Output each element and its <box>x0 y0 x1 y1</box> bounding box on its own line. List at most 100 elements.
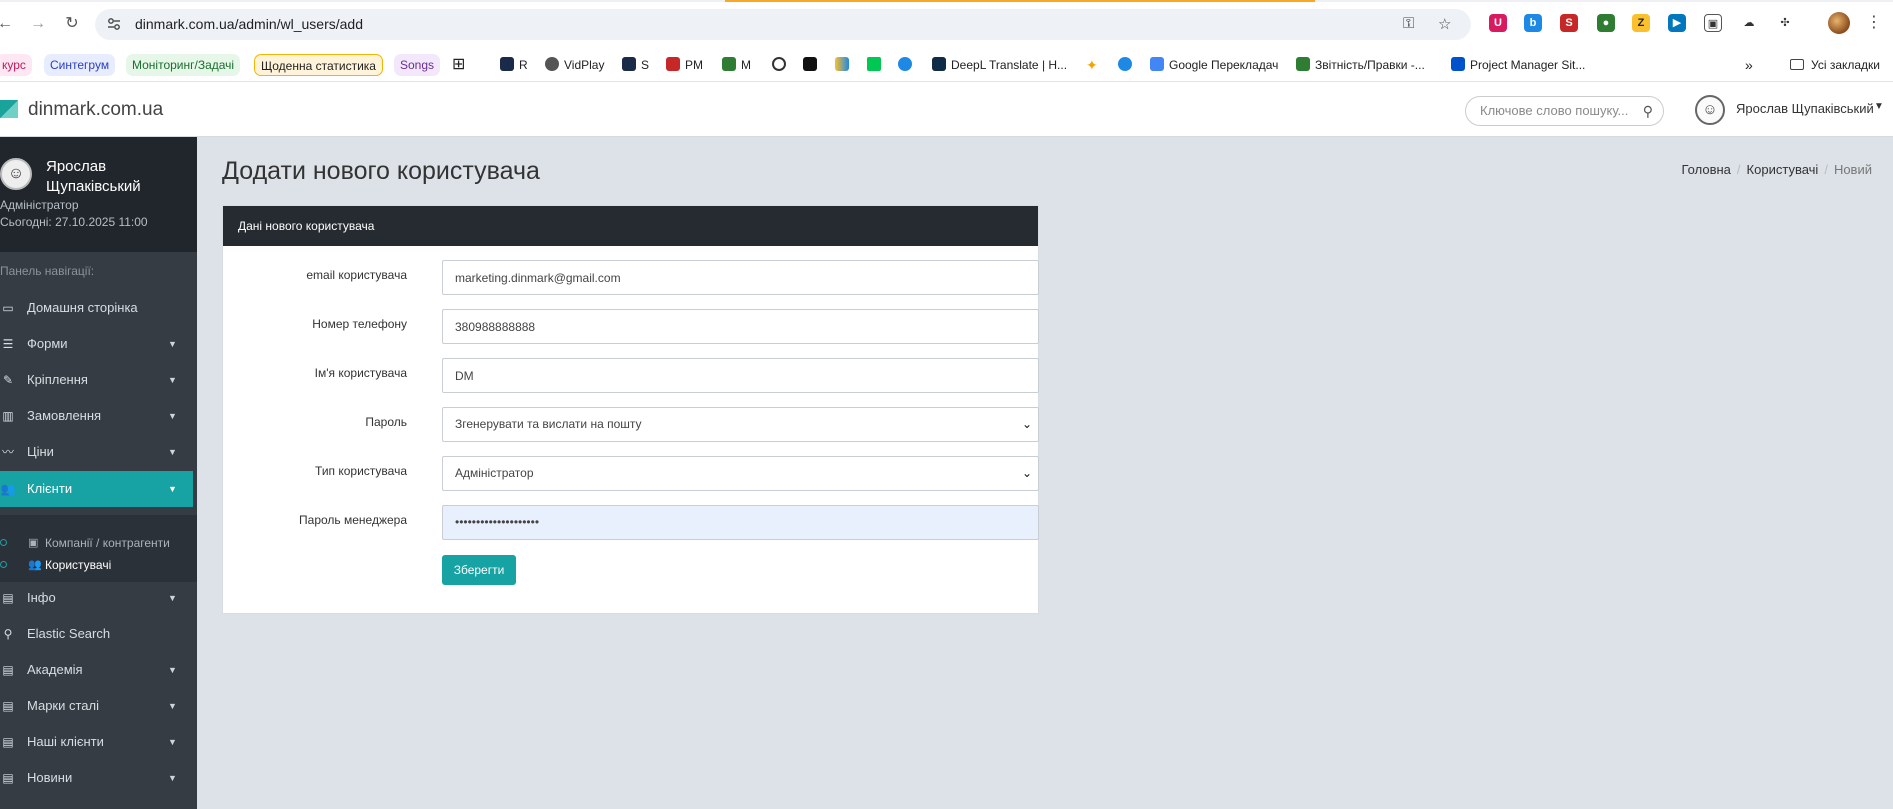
list-icon: ☰ <box>2 337 14 351</box>
brand-name[interactable]: dinmark.com.ua <box>28 99 163 121</box>
bookmark-s-label: S <box>641 58 650 72</box>
sparkle-bookmark-icon[interactable]: ✦ <box>1086 54 1098 76</box>
bookmark-vidplay[interactable]: VidPlay <box>545 54 604 76</box>
password-key-icon[interactable]: ⚿ <box>1403 15 1414 32</box>
bookmark-daily-stats[interactable]: Щоденна статистика <box>254 54 383 76</box>
phone-field[interactable] <box>442 309 1039 344</box>
bookmark-colorful-icon[interactable] <box>835 54 854 76</box>
password-select[interactable]: Згенерувати та вислати на пошту ⌄ <box>442 407 1039 442</box>
sidebar-item-elastic-search[interactable]: ⚲ Elastic Search <box>0 616 193 652</box>
address-bar[interactable]: dinmark.com.ua/admin/wl_users/add ⚿ ☆ <box>95 9 1471 40</box>
manager-password-field[interactable]: •••••••••••••••••••• <box>442 505 1039 540</box>
chevron-down-icon[interactable]: ▼ <box>1874 101 1884 112</box>
sidebar-item-label: Академія <box>27 662 83 677</box>
sidebar-item-label: Новини <box>27 770 73 785</box>
email-row: email користувача <box>223 260 1039 295</box>
header-user-name[interactable]: Ярослав Щупаківський <box>1736 101 1874 116</box>
user-type-select[interactable]: Адміністратор ⌄ <box>442 456 1039 491</box>
logo-icon[interactable] <box>0 100 18 118</box>
all-bookmarks[interactable]: Усі закладки <box>1790 54 1880 76</box>
sidebar-item-clients[interactable]: 👥 Клієнти ▼ <box>0 471 193 507</box>
bookmark-reports[interactable]: Звітність/Правки -... <box>1296 54 1425 76</box>
bookmark-kurs[interactable]: курс <box>0 54 32 76</box>
user-avatar[interactable]: ☺ <box>1695 95 1725 125</box>
sidebar-subitem-users[interactable]: 👥 Користувачі <box>0 554 197 576</box>
sheets-favicon-icon <box>722 57 736 71</box>
extension-z-icon[interactable]: Z <box>1632 14 1650 32</box>
heart-bookmark-icon[interactable] <box>898 54 917 76</box>
sidebar-item-info[interactable]: ▤ Інфо ▼ <box>0 580 193 616</box>
reload-icon[interactable]: ↻ <box>61 13 83 35</box>
breadcrumb-home[interactable]: Головна <box>1682 162 1731 177</box>
extension-record-icon[interactable]: ● <box>1597 14 1615 32</box>
email-field[interactable] <box>442 260 1039 295</box>
extension-image-icon[interactable]: ▣ <box>1704 14 1722 32</box>
play-bookmark-icon[interactable] <box>867 54 886 76</box>
breadcrumb-users[interactable]: Користувачі <box>1747 162 1819 177</box>
search-icon[interactable]: ⚲ <box>1643 103 1653 120</box>
extension-b-icon[interactable]: b <box>1524 14 1542 32</box>
sidebar-subitem-label: Користувачі <box>45 558 112 572</box>
extension-cloud-icon[interactable]: ☁ <box>1740 14 1758 32</box>
book-icon: ▤ <box>2 699 14 713</box>
breadcrumb-separator: / <box>1736 162 1741 177</box>
name-field[interactable] <box>442 358 1039 393</box>
breadcrumb: Головна / Користувачі / Новий <box>1682 162 1872 177</box>
users-icon: 👥 <box>0 482 16 496</box>
bookmark-google-translate[interactable]: Google Перекладач <box>1150 54 1278 76</box>
bookmark-project-manager[interactable]: Project Manager Sit... <box>1451 54 1585 76</box>
new-user-panel: Дані нового користувача email користувач… <box>222 205 1039 614</box>
sidebar-item-prices[interactable]: 〰 Ціни ▼ <box>0 434 193 470</box>
browser-menu-icon[interactable]: ⋮ <box>1866 12 1882 32</box>
bookmark-syntegrum[interactable]: Синтегрум <box>44 54 116 76</box>
extensions-puzzle-icon[interactable]: ✣ <box>1776 14 1794 32</box>
sidebar-item-home[interactable]: ▭ Домашня сторінка <box>0 290 193 326</box>
forward-icon[interactable]: → <box>27 13 49 35</box>
sidebar-item-academy[interactable]: ▤ Академія ▼ <box>0 652 193 688</box>
sidebar-user-panel: ☺ Ярослав Щупаківський Адміністратор Сьо… <box>0 137 197 252</box>
google-translate-icon <box>1150 57 1164 71</box>
bookmark-star-icon[interactable]: ☆ <box>1438 15 1451 33</box>
bookmark-r[interactable]: R <box>500 54 528 76</box>
search-input[interactable] <box>1480 103 1640 118</box>
search-box[interactable]: ⚲ <box>1465 96 1664 126</box>
sidebar-item-orders[interactable]: ▥ Замовлення ▼ <box>0 398 193 434</box>
bookmark-blue-circle-icon[interactable] <box>1118 54 1137 76</box>
bookmark-pm[interactable]: PM <box>666 54 703 76</box>
save-button[interactable]: Зберегти <box>442 555 516 585</box>
extension-flag-icon[interactable]: ▶ <box>1668 14 1686 32</box>
sidebar-item-fasteners[interactable]: ✎ Кріплення ▼ <box>0 362 193 398</box>
browser-profile-avatar[interactable] <box>1828 12 1850 34</box>
bookmark-deepl-label: DeepL Translate | H... <box>951 58 1068 72</box>
book-icon: ▤ <box>2 771 14 785</box>
url-text[interactable]: dinmark.com.ua/admin/wl_users/add <box>135 16 363 32</box>
sidebar-item-label: Інфо <box>27 590 56 605</box>
chatgpt-bookmark-icon[interactable] <box>772 54 791 76</box>
bookmark-m[interactable]: M <box>722 54 751 76</box>
user-type-label: Тип користувача <box>315 464 407 478</box>
back-icon[interactable]: ← <box>0 13 16 35</box>
bookmark-songs[interactable]: Songs <box>394 54 441 76</box>
r-favicon-icon <box>500 57 514 71</box>
id-card-icon: ▣ <box>28 537 39 549</box>
laptop-icon: ▭ <box>2 301 14 315</box>
extension-ublock-icon[interactable]: U <box>1489 14 1507 32</box>
bookmark-m-label: M <box>741 58 751 72</box>
sidebar-subitem-companies[interactable]: ▣ Компанії / контрагенти <box>0 532 197 554</box>
sidebar-item-forms[interactable]: ☰ Форми ▼ <box>0 326 193 362</box>
bookmark-dark-icon[interactable] <box>803 54 822 76</box>
bookmark-s[interactable]: S <box>622 54 649 76</box>
s-favicon-icon <box>622 57 636 71</box>
bullet-icon <box>0 561 7 568</box>
bookmark-monitoring[interactable]: Моніторинг/Задачі <box>126 54 241 76</box>
caret-down-icon: ▼ <box>168 737 177 747</box>
site-settings-icon[interactable] <box>106 16 122 32</box>
sidebar-item-our-clients[interactable]: ▤ Наші клієнти ▼ <box>0 724 193 760</box>
caret-down-icon: ▼ <box>168 593 177 603</box>
extension-s-icon[interactable]: S <box>1560 14 1578 32</box>
sidebar-item-steel-grades[interactable]: ▤ Марки сталі ▼ <box>0 688 193 724</box>
apps-grid-icon[interactable]: ⊞ <box>452 54 465 76</box>
bookmark-deepl[interactable]: DeepL Translate | H... <box>932 54 1067 76</box>
sidebar-item-news[interactable]: ▤ Новини ▼ <box>0 760 193 796</box>
more-bookmarks-icon[interactable]: » <box>1745 54 1753 76</box>
